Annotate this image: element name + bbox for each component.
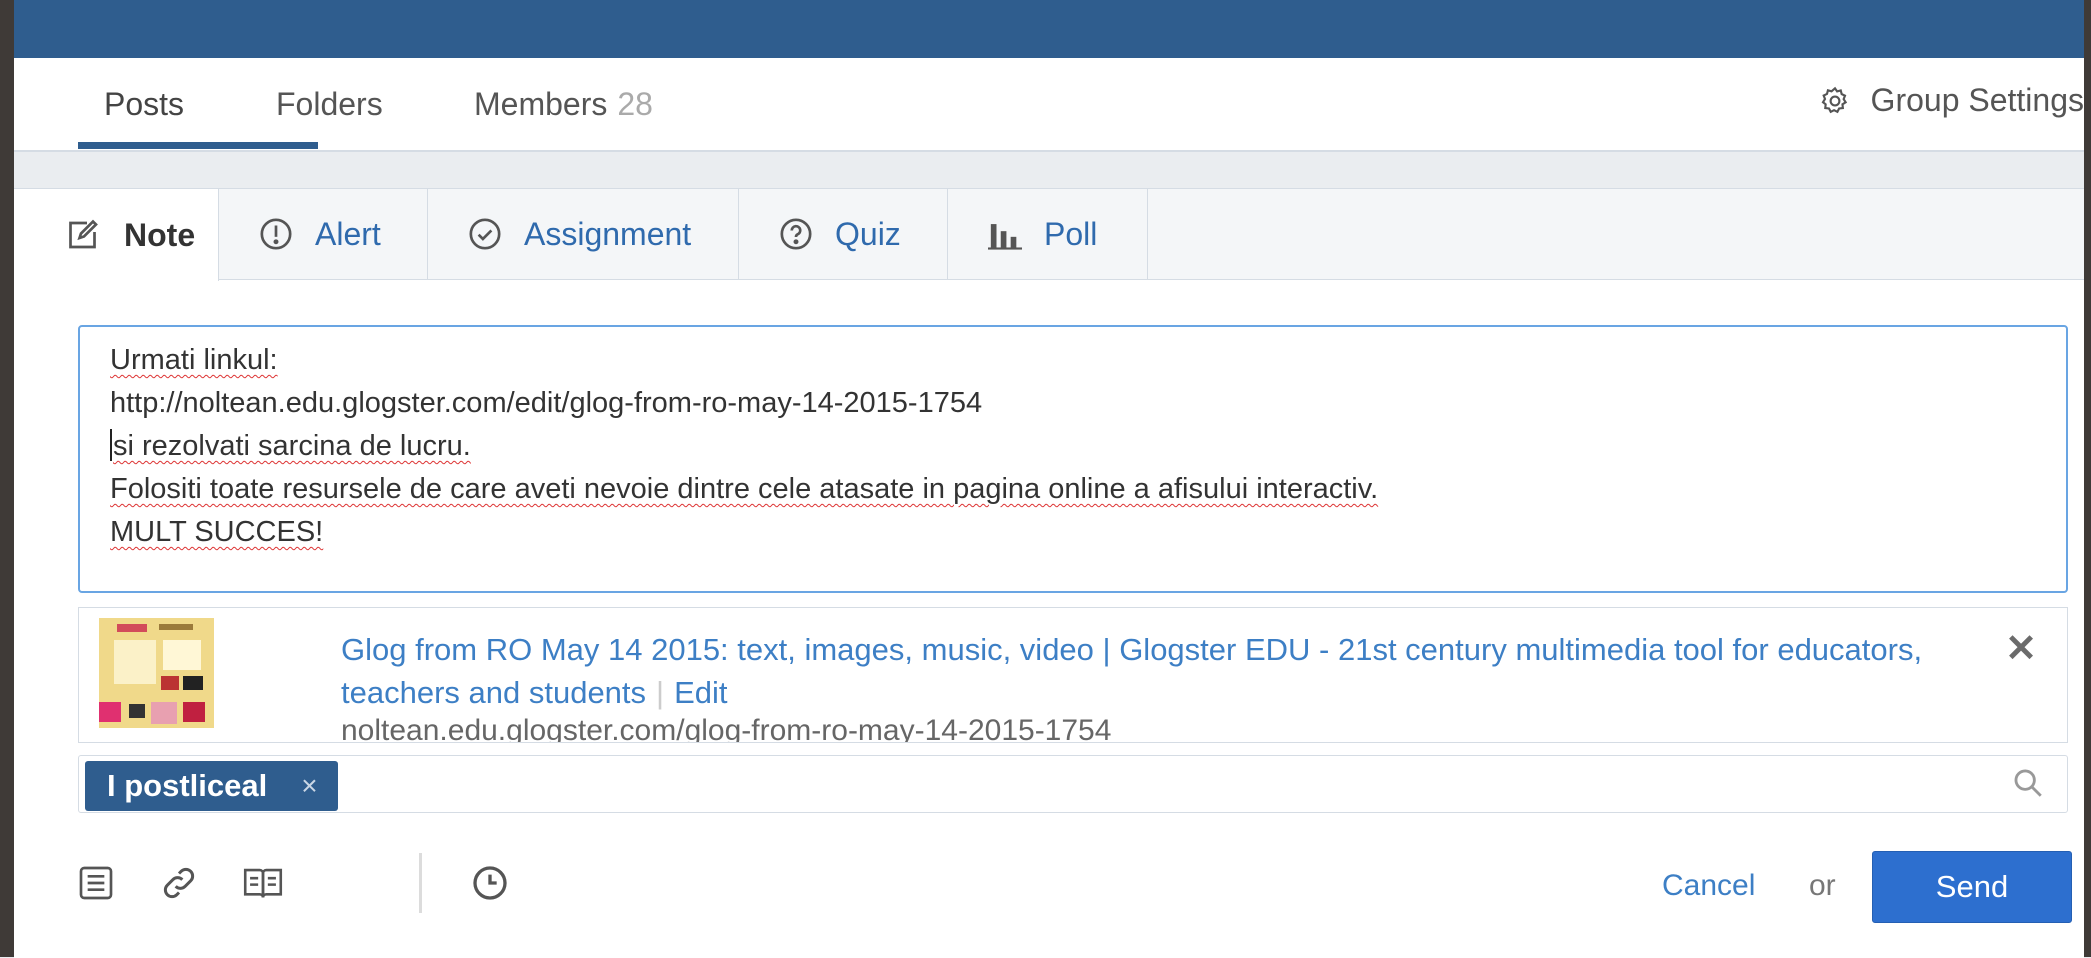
- editor-line-3: si rezolvati sarcina de lucru.: [110, 425, 2036, 468]
- tab-poll[interactable]: Poll: [948, 189, 1148, 279]
- assignment-check-icon: [469, 218, 501, 250]
- editor-line-2: http://noltean.edu.glogster.com/edit/glo…: [110, 382, 2036, 425]
- tab-assignment-label: Assignment: [524, 215, 692, 252]
- alert-icon: [260, 218, 292, 250]
- close-icon[interactable]: ✕: [2005, 626, 2037, 671]
- tab-members[interactable]: Members 28: [474, 86, 653, 123]
- tab-quiz-label: Quiz: [835, 215, 901, 252]
- post-type-tabs: Note Alert Assignment Quiz Poll: [14, 189, 2084, 281]
- link-preview-thumbnail: [99, 618, 214, 728]
- editor-line-5-text: MULT SUCCES!: [110, 516, 324, 548]
- recipient-chip: I postliceal ×: [85, 761, 338, 811]
- window-frame-right: [2084, 0, 2091, 957]
- note-edit-icon: [69, 219, 98, 249]
- tab-posts-label: Posts: [104, 86, 185, 122]
- post-composer: Note Alert Assignment Quiz Poll Urmati l…: [14, 188, 2084, 958]
- library-icon[interactable]: [242, 863, 284, 903]
- group-settings-label: Group Settings: [1870, 82, 2084, 118]
- link-preview-edit-button[interactable]: Edit: [674, 675, 727, 710]
- schedule-clock-icon[interactable]: [470, 863, 510, 903]
- tab-alert-label: Alert: [315, 215, 381, 252]
- quiz-question-icon: [780, 218, 812, 250]
- poll-bar-icon: [988, 224, 1022, 250]
- search-icon[interactable]: [2011, 766, 2045, 800]
- link-icon[interactable]: [159, 863, 199, 903]
- tab-posts[interactable]: Posts: [104, 86, 184, 123]
- members-count: 28: [617, 86, 653, 122]
- post-text-editor[interactable]: Urmati linkul: http://noltean.edu.glogst…: [78, 325, 2068, 593]
- editor-line-4: Folositi toate resursele de care aveti n…: [110, 468, 2036, 511]
- group-nav: Posts Folders Members 28 Group Settings: [14, 58, 2084, 152]
- tab-quiz[interactable]: Quiz: [739, 189, 948, 279]
- editor-line-2-text: http://noltean.edu.glogster.com/edit/glo…: [110, 387, 983, 419]
- text-caret: [110, 429, 112, 461]
- tab-assignment[interactable]: Assignment: [428, 189, 739, 279]
- remove-recipient-button[interactable]: ×: [301, 770, 317, 802]
- tab-note[interactable]: Note: [14, 189, 219, 281]
- editor-line-4-text: Folositi toate resursele de care aveti n…: [110, 473, 1379, 505]
- editor-line-1: Urmati linkul:: [110, 339, 2036, 382]
- editor-line-1-text: Urmati linkul:: [110, 344, 278, 376]
- tab-note-label: Note: [124, 216, 196, 253]
- tab-folders-label: Folders: [276, 86, 383, 122]
- cancel-button[interactable]: Cancel: [1662, 869, 1755, 903]
- file-icon[interactable]: [76, 863, 116, 903]
- link-preview: Glog from RO May 14 2015: text, images, …: [78, 607, 2068, 743]
- tab-alert[interactable]: Alert: [219, 189, 428, 279]
- editor-line-3-text: si rezolvati sarcina de lucru.: [113, 430, 471, 462]
- link-preview-title[interactable]: Glog from RO May 14 2015: text, images, …: [341, 632, 1922, 710]
- tab-members-label: Members: [474, 86, 608, 122]
- send-button[interactable]: Send: [1872, 851, 2072, 923]
- recipients-field[interactable]: I postliceal ×: [78, 755, 2068, 813]
- group-settings-link[interactable]: Group Settings: [1819, 82, 2084, 119]
- tab-poll-label: Poll: [1044, 215, 1098, 252]
- or-label: or: [1809, 869, 1836, 902]
- title-edit-separator: |: [656, 675, 665, 710]
- recipient-chip-label: I postliceal: [107, 768, 268, 803]
- active-tab-indicator: [78, 142, 318, 149]
- toolbar-divider: [419, 853, 422, 913]
- tab-folders[interactable]: Folders: [276, 86, 383, 123]
- editor-line-5: MULT SUCCES!: [110, 511, 2036, 554]
- gear-icon: [1821, 86, 1847, 113]
- link-preview-url: noltean.edu.glogster.com/glog-from-ro-ma…: [341, 714, 1112, 743]
- link-preview-title-block: Glog from RO May 14 2015: text, images, …: [341, 628, 2041, 714]
- group-header-bar: [14, 0, 2084, 60]
- window-frame-left: [0, 0, 14, 957]
- composer-toolbar: Cancel or Send: [14, 833, 2084, 933]
